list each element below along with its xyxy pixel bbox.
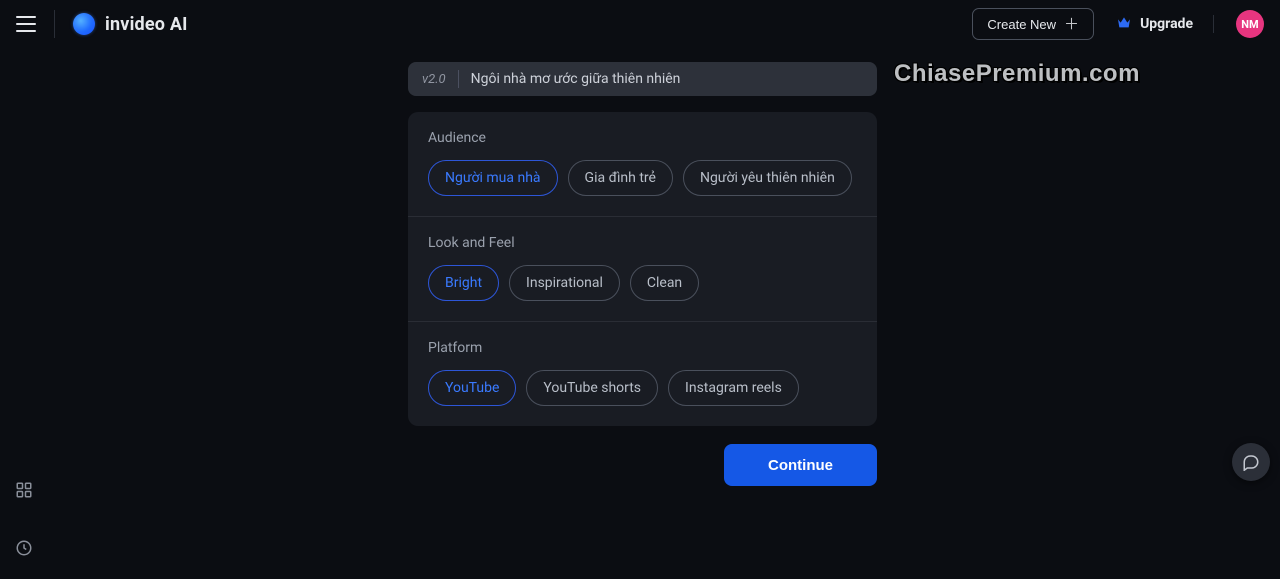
- prompt-text: Ngôi nhà mơ ước giữa thiên nhiên: [471, 71, 681, 87]
- brand-name: invideo AI: [105, 14, 188, 35]
- chat-fab[interactable]: [1232, 443, 1270, 481]
- topbar: invideo AI Create New ＋ Upgrade NM: [0, 0, 1280, 48]
- separator: [458, 70, 459, 88]
- plus-icon: ＋: [1064, 17, 1079, 32]
- upgrade-label: Upgrade: [1140, 16, 1193, 32]
- section-title-look: Look and Feel: [428, 235, 857, 251]
- main-content: v2.0 Ngôi nhà mơ ước giữa thiên nhiên Au…: [408, 62, 877, 486]
- logo-mark-icon: [73, 13, 95, 35]
- create-new-button[interactable]: Create New ＋: [972, 8, 1094, 40]
- audience-chips: Người mua nhà Gia đình trẻ Người yêu thi…: [428, 160, 857, 196]
- upgrade-button[interactable]: Upgrade: [1116, 15, 1193, 33]
- chip-platform-1[interactable]: YouTube shorts: [526, 370, 658, 406]
- brand-logo[interactable]: invideo AI: [73, 13, 188, 35]
- section-look: Look and Feel Bright Inspirational Clean: [408, 216, 877, 321]
- prompt-bar[interactable]: v2.0 Ngôi nhà mơ ước giữa thiên nhiên: [408, 62, 877, 96]
- section-platform: Platform YouTube YouTube shorts Instagra…: [408, 321, 877, 426]
- chip-audience-2[interactable]: Người yêu thiên nhiên: [683, 160, 852, 196]
- chip-look-2[interactable]: Clean: [630, 265, 699, 301]
- avatar[interactable]: NM: [1236, 10, 1264, 38]
- options-panel: Audience Người mua nhà Gia đình trẻ Ngườ…: [408, 112, 877, 426]
- continue-button[interactable]: Continue: [724, 444, 877, 486]
- version-tag: v2.0: [422, 72, 446, 87]
- platform-chips: YouTube YouTube shorts Instagram reels: [428, 370, 857, 406]
- chat-icon: [1242, 453, 1260, 471]
- create-new-label: Create New: [987, 17, 1056, 32]
- section-title-platform: Platform: [428, 340, 857, 356]
- look-chips: Bright Inspirational Clean: [428, 265, 857, 301]
- section-title-audience: Audience: [428, 130, 857, 146]
- hamburger-menu-icon[interactable]: [16, 16, 36, 32]
- chip-look-0[interactable]: Bright: [428, 265, 499, 301]
- chip-audience-0[interactable]: Người mua nhà: [428, 160, 558, 196]
- chip-platform-2[interactable]: Instagram reels: [668, 370, 799, 406]
- separator: [54, 10, 55, 38]
- chip-look-1[interactable]: Inspirational: [509, 265, 620, 301]
- crown-icon: [1116, 15, 1132, 33]
- chip-audience-1[interactable]: Gia đình trẻ: [568, 160, 673, 196]
- history-icon[interactable]: [15, 539, 33, 561]
- chip-platform-0[interactable]: YouTube: [428, 370, 516, 406]
- left-rail: [0, 481, 48, 561]
- dashboard-icon[interactable]: [15, 481, 33, 503]
- watermark-text: ChiasePremium.com: [894, 60, 1140, 88]
- actions-row: Continue: [408, 444, 877, 486]
- separator: [1213, 15, 1214, 33]
- avatar-initials: NM: [1241, 18, 1258, 31]
- section-audience: Audience Người mua nhà Gia đình trẻ Ngườ…: [408, 112, 877, 216]
